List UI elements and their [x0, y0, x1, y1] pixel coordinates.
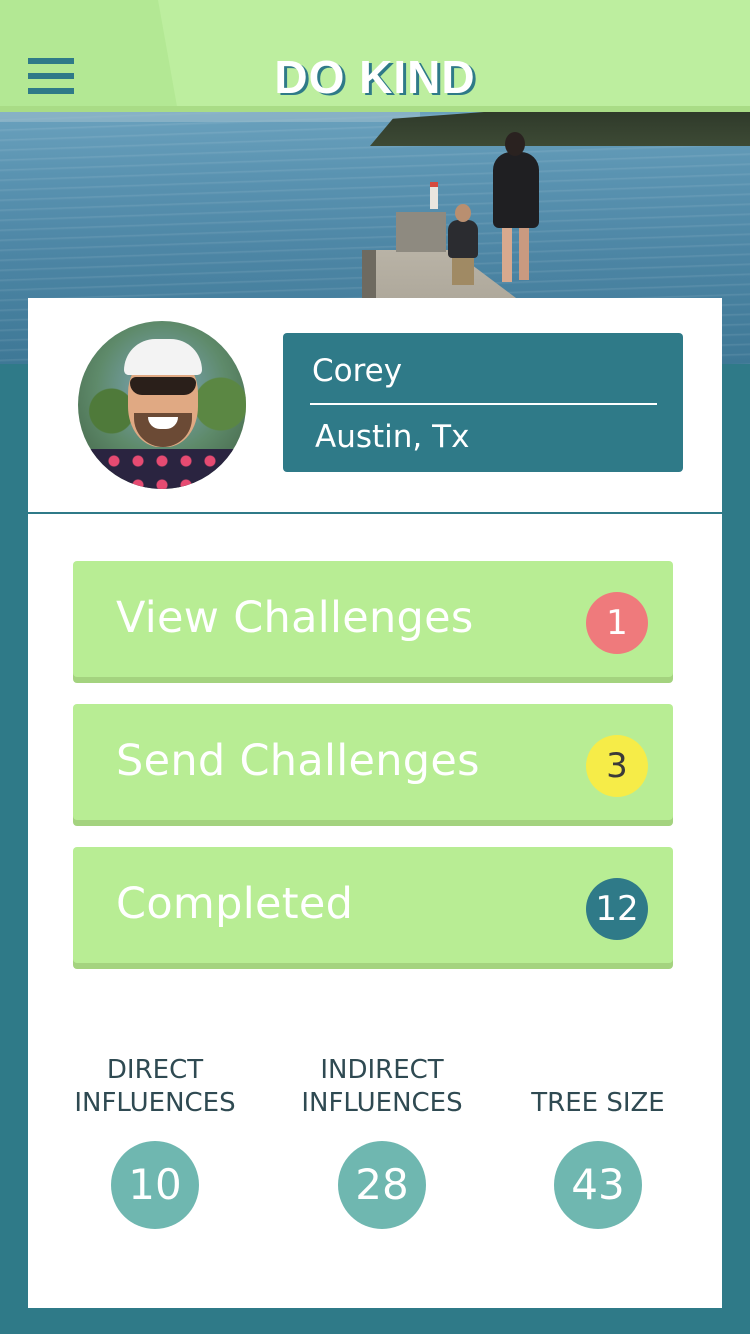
avatar[interactable] [78, 321, 246, 489]
stat-label: DIRECT INFLUENCES [74, 1055, 236, 1118]
user-info-divider [310, 403, 657, 405]
view-challenges-count-badge: 1 [586, 592, 648, 654]
profile-card: Corey Austin, Tx View Challenges 1 Send … [28, 298, 722, 1308]
header-bottom-border [0, 106, 750, 112]
stat-label: TREE SIZE [531, 1088, 665, 1118]
user-name: Corey [312, 353, 403, 389]
send-challenges-label: Send Challenges [116, 736, 480, 786]
completed-label: Completed [116, 879, 354, 929]
user-info-box: Corey Austin, Tx [283, 333, 683, 472]
stat-value: 28 [338, 1141, 426, 1229]
card-divider [28, 512, 722, 514]
stat-indirect-influences: INDIRECT INFLUENCES 28 [272, 1054, 492, 1229]
stat-direct-influences: DIRECT INFLUENCES 10 [45, 1054, 265, 1229]
send-challenges-count-badge: 3 [586, 735, 648, 797]
app-header: DO KIND [0, 0, 750, 112]
send-challenges-button[interactable]: Send Challenges 3 [73, 704, 673, 820]
stat-label: INDIRECT INFLUENCES [301, 1055, 463, 1118]
view-challenges-label: View Challenges [116, 593, 474, 643]
user-location: Austin, Tx [315, 419, 470, 455]
stat-value: 10 [111, 1141, 199, 1229]
completed-count-badge: 12 [586, 878, 648, 940]
stat-tree-size: TREE SIZE 43 [488, 1054, 708, 1229]
view-challenges-button[interactable]: View Challenges 1 [73, 561, 673, 677]
completed-button[interactable]: Completed 12 [73, 847, 673, 963]
app-title: DO KIND [274, 51, 476, 103]
stat-value: 43 [554, 1141, 642, 1229]
